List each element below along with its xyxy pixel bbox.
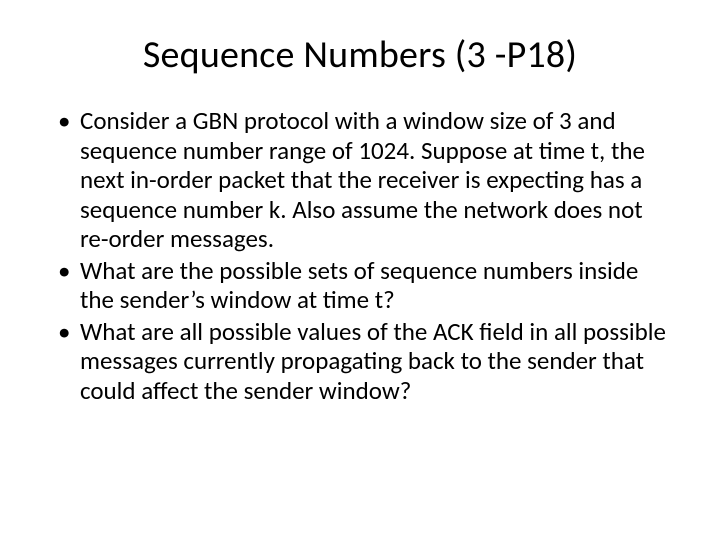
bullet-list: Consider a GBN protocol with a window si… bbox=[40, 106, 680, 405]
list-item: Consider a GBN protocol with a window si… bbox=[62, 106, 670, 254]
slide-title: Sequence Numbers (3 -P18) bbox=[40, 32, 680, 78]
slide: Sequence Numbers (3 -P18) Consider a GBN… bbox=[0, 0, 720, 540]
list-item: What are the possible sets of sequence n… bbox=[62, 256, 670, 315]
list-item: What are all possible values of the ACK … bbox=[62, 317, 670, 406]
